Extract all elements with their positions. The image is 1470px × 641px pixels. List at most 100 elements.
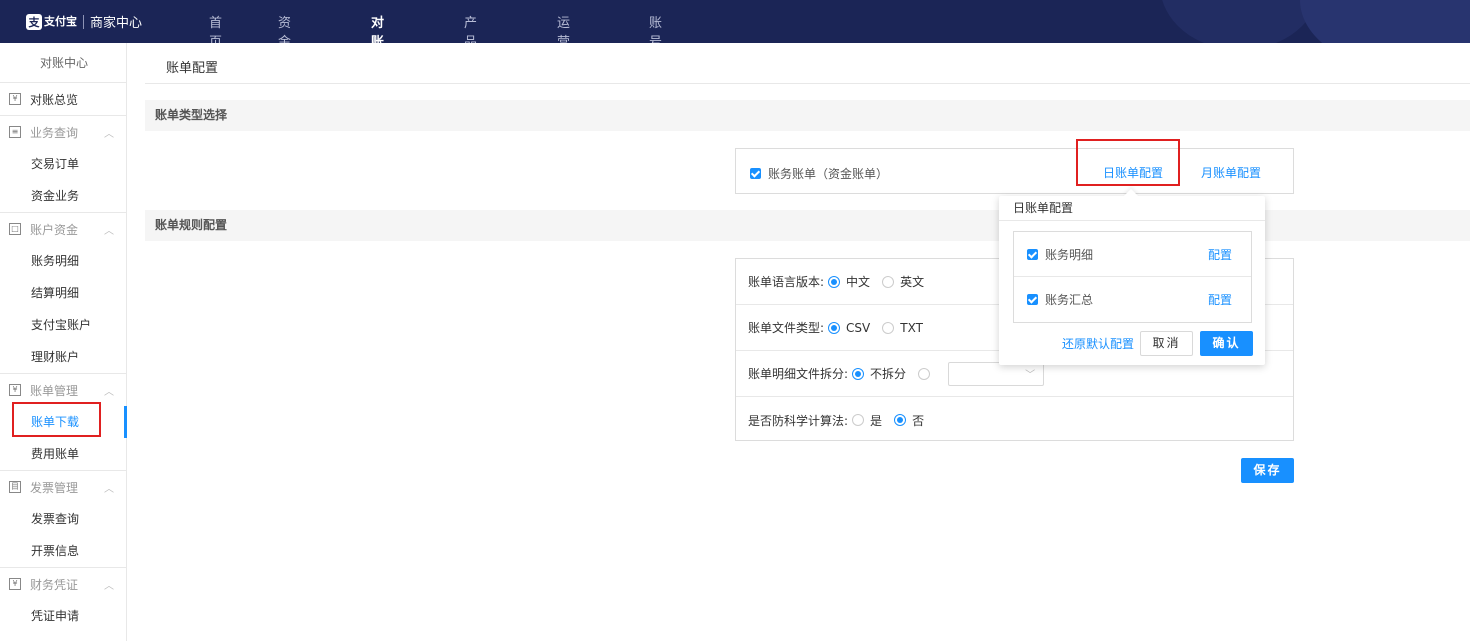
radio-label: 是 bbox=[870, 413, 883, 428]
nav-item-account[interactable]: 账号中心 bbox=[649, 12, 662, 43]
sidebar: 对账中心 ¥ 对账总览 ≡ 业务查询 ︿ 交易订单 资金业务 □ 账户资金 ︿ … bbox=[0, 43, 127, 641]
confirm-button[interactable]: 确认 bbox=[1200, 331, 1253, 356]
popover-row-account-detail[interactable]: 账务明细 配置 bbox=[1014, 232, 1251, 277]
invoice-icon: 目 bbox=[9, 481, 21, 493]
popover-row-label: 账务明细 bbox=[1045, 247, 1094, 262]
sidebar-group-label: 发票管理 bbox=[30, 480, 79, 495]
bill-type-checkbox[interactable]: 账务账单（资金账单） bbox=[750, 165, 888, 182]
split-size-select[interactable]: ﹀ bbox=[948, 361, 1045, 386]
voucher-icon: ¥ bbox=[9, 578, 21, 590]
sidebar-item-account-details[interactable]: 账务明细 bbox=[0, 245, 126, 277]
header-decoration bbox=[1300, 0, 1470, 43]
section-header-bill-type: 账单类型选择 bbox=[145, 100, 1470, 131]
bill-type-box: 账务账单（资金账单） 日账单配置 月账单配置 bbox=[735, 148, 1294, 194]
checkbox-checked-icon bbox=[1027, 248, 1038, 260]
receipt-icon: ¥ bbox=[9, 93, 21, 105]
app-title: 商家中心 bbox=[90, 16, 143, 31]
popover-row-account-summary[interactable]: 账务汇总 配置 bbox=[1014, 277, 1251, 322]
scientific-label: 是否防科学计算法: bbox=[748, 413, 849, 428]
radio-selected-icon bbox=[852, 367, 865, 380]
radio-unselected-icon bbox=[882, 321, 895, 334]
logo-wordmark: 支付宝 bbox=[44, 15, 77, 28]
sidebar-group-overview: ¥ 对账总览 bbox=[0, 83, 126, 116]
sidebar-group-title[interactable]: ¥ 财务凭证 ︿ bbox=[0, 568, 126, 600]
sidebar-item-wealth-account[interactable]: 理财账户 bbox=[0, 341, 126, 373]
nav-item-products[interactable]: 产品中心 bbox=[464, 12, 477, 43]
section-header-bill-rules: 账单规则配置 bbox=[145, 210, 1470, 241]
popover-row-label: 账务汇总 bbox=[1045, 293, 1094, 307]
sidebar-item-voucher-apply[interactable]: 凭证申请 bbox=[0, 600, 126, 632]
radio-option-no-split[interactable]: 不拆分 bbox=[848, 365, 906, 382]
radio-selected-icon bbox=[828, 275, 841, 288]
bill-type-label: 账务账单（资金账单） bbox=[768, 167, 889, 181]
radio-label: CSV bbox=[846, 320, 871, 335]
radio-option-no[interactable]: 否 bbox=[890, 412, 924, 429]
wallet-icon: □ bbox=[9, 223, 21, 235]
alipay-logo-icon: 支 bbox=[26, 13, 42, 30]
chevron-down-icon: ﹀ bbox=[1025, 369, 1036, 381]
sidebar-item-overview[interactable]: ¥ 对账总览 bbox=[0, 83, 126, 115]
nav-item-funds[interactable]: 资金管理 bbox=[278, 12, 291, 43]
radio-label: 中文 bbox=[846, 275, 871, 289]
sidebar-group-label: 业务查询 bbox=[30, 125, 79, 140]
split-label: 账单明细文件拆分: bbox=[748, 367, 849, 381]
chevron-up-icon: ︿ bbox=[104, 387, 114, 398]
radio-option-chinese[interactable]: 中文 bbox=[824, 273, 870, 290]
logo-separator bbox=[83, 14, 84, 29]
radio-label: 否 bbox=[912, 413, 925, 428]
sidebar-group-account-funds: □ 账户资金 ︿ 账务明细 结算明细 支付宝账户 理财账户 bbox=[0, 213, 126, 374]
sidebar-group-title[interactable]: 目 发票管理 ︿ bbox=[0, 471, 126, 503]
config-link[interactable]: 配置 bbox=[1208, 246, 1232, 263]
language-label: 账单语言版本: bbox=[748, 275, 825, 289]
page-title: 账单配置 bbox=[166, 61, 219, 76]
sidebar-item-alipay-account[interactable]: 支付宝账户 bbox=[0, 309, 126, 341]
query-icon: ≡ bbox=[9, 126, 21, 138]
filetype-label: 账单文件类型: bbox=[748, 321, 825, 335]
popover-option-list: 账务明细 配置 账务汇总 配置 bbox=[1013, 231, 1252, 323]
save-button[interactable]: 保存 bbox=[1241, 458, 1294, 483]
chevron-up-icon: ︿ bbox=[104, 581, 114, 592]
radio-option-txt[interactable]: TXT bbox=[878, 321, 923, 335]
rule-row-scientific: 是否防科学计算法: 是 否 bbox=[736, 397, 1293, 443]
sidebar-item-fund-business[interactable]: 资金业务 bbox=[0, 180, 126, 212]
sidebar-group-label: 账户资金 bbox=[30, 222, 79, 237]
brand-logo[interactable]: 支 支付宝 商家中心 bbox=[26, 12, 142, 31]
sidebar-item-fee-bill[interactable]: 费用账单 bbox=[0, 438, 126, 470]
sidebar-item-label: 对账总览 bbox=[30, 92, 79, 107]
radio-label: TXT bbox=[900, 320, 923, 335]
radio-unselected-icon bbox=[918, 367, 931, 380]
radio-option-split[interactable] bbox=[914, 367, 936, 380]
radio-option-english[interactable]: 英文 bbox=[878, 273, 924, 290]
radio-option-csv[interactable]: CSV bbox=[824, 321, 870, 335]
sidebar-group-voucher: ¥ 财务凭证 ︿ 凭证申请 bbox=[0, 568, 126, 632]
divider bbox=[145, 83, 1470, 84]
sidebar-group-label: 账单管理 bbox=[30, 383, 79, 398]
radio-selected-icon bbox=[828, 321, 841, 334]
nav-item-reconciliation[interactable]: 对账中心 bbox=[371, 12, 384, 43]
daily-config-popover: 日账单配置 账务明细 配置 账务汇总 配置 还原默认配置 取消 确认 bbox=[999, 188, 1265, 365]
sidebar-item-orders[interactable]: 交易订单 bbox=[0, 148, 126, 180]
sidebar-group-title[interactable]: ≡ 业务查询 ︿ bbox=[0, 116, 126, 148]
sidebar-item-invoice-info[interactable]: 开票信息 bbox=[0, 535, 126, 567]
sidebar-group-title[interactable]: □ 账户资金 ︿ bbox=[0, 213, 126, 245]
config-link[interactable]: 配置 bbox=[1208, 291, 1232, 308]
header-decoration bbox=[1160, 0, 1320, 43]
restore-default-link[interactable]: 还原默认配置 bbox=[1062, 335, 1134, 352]
radio-label: 英文 bbox=[900, 275, 925, 289]
chevron-up-icon: ︿ bbox=[104, 484, 114, 495]
radio-option-yes[interactable]: 是 bbox=[848, 412, 882, 429]
nav-item-home[interactable]: 首页 bbox=[209, 12, 222, 43]
nav-item-operations[interactable]: 运营中心 bbox=[557, 12, 570, 43]
sidebar-item-settlement-details[interactable]: 结算明细 bbox=[0, 277, 126, 309]
top-navbar: 支 支付宝 商家中心 首页 资金管理 对账中心 产品中心 运营中心 账号中心 bbox=[0, 0, 1470, 43]
highlight-box bbox=[1076, 139, 1180, 186]
checkbox-checked-icon bbox=[1027, 294, 1038, 305]
cancel-button[interactable]: 取消 bbox=[1140, 331, 1193, 356]
radio-unselected-icon bbox=[852, 414, 865, 426]
radio-selected-icon bbox=[894, 414, 907, 426]
highlight-box bbox=[12, 402, 101, 437]
sidebar-item-invoice-query[interactable]: 发票查询 bbox=[0, 503, 126, 535]
sidebar-group-business-query: ≡ 业务查询 ︿ 交易订单 资金业务 bbox=[0, 116, 126, 213]
monthly-bill-config-link[interactable]: 月账单配置 bbox=[1201, 164, 1261, 181]
checkbox-checked-icon bbox=[750, 168, 761, 179]
